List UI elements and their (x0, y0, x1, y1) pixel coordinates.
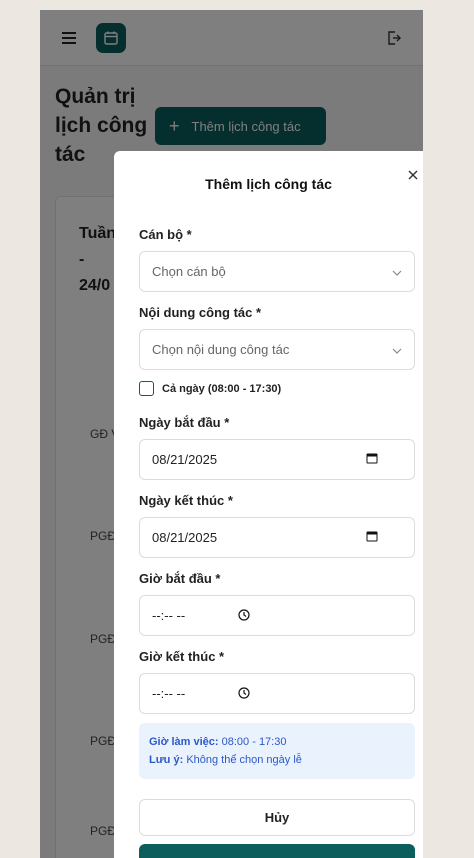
end-date-label: Ngày kết thúc * (139, 493, 233, 508)
content-label: Nội dung công tác * (139, 305, 262, 320)
all-day-label: Cả ngày (08:00 - 17:30) (162, 382, 282, 395)
start-date-value: 08/21/2025 (152, 452, 218, 467)
cancel-button[interactable]: Hủy (139, 799, 415, 836)
clock-icon[interactable] (238, 609, 250, 624)
working-hours-line: Giờ làm việc: 08:00 - 17:30 (149, 733, 405, 751)
all-day-row: Cả ngày (08:00 - 17:30) (139, 381, 281, 396)
end-time-input[interactable]: --:-- -- (139, 673, 415, 714)
content-select[interactable]: Chọn nội dung công tác (139, 329, 415, 370)
close-icon[interactable] (405, 167, 421, 183)
end-date-input[interactable]: 08/21/2025 (139, 517, 415, 558)
start-time-label: Giờ bắt đầu * (139, 571, 221, 586)
start-time-value: --:-- -- (152, 608, 186, 623)
note-line: Lưu ý: Không thể chọn ngày lễ (149, 751, 405, 769)
chevron-down-icon (392, 264, 402, 279)
staff-select[interactable]: Chọn cán bộ (139, 251, 415, 292)
start-time-input[interactable]: --:-- -- (139, 595, 415, 636)
save-button[interactable]: Lưu (139, 844, 415, 858)
chevron-down-icon (392, 342, 402, 357)
calendar-icon[interactable] (366, 530, 378, 545)
working-hours-value: 08:00 - 17:30 (221, 736, 287, 748)
note-value: Không thể chọn ngày lễ (186, 754, 302, 766)
modal-title: Thêm lịch công tác (205, 176, 332, 192)
end-time-label: Giờ kết thúc * (139, 649, 225, 664)
staff-placeholder: Chọn cán bộ (152, 264, 226, 279)
start-date-input[interactable]: 08/21/2025 (139, 439, 415, 480)
content-placeholder: Chọn nội dung công tác (152, 342, 290, 357)
clock-icon[interactable] (238, 687, 250, 702)
end-date-value: 08/21/2025 (152, 530, 218, 545)
info-box: Giờ làm việc: 08:00 - 17:30 Lưu ý: Không… (139, 723, 415, 779)
add-schedule-modal: Thêm lịch công tác Cán bộ * Chọn cán bộ … (114, 151, 423, 858)
calendar-icon[interactable] (366, 452, 378, 467)
end-time-value: --:-- -- (152, 686, 186, 701)
all-day-checkbox[interactable] (139, 381, 154, 396)
start-date-label: Ngày bắt đầu * (139, 415, 230, 430)
staff-label: Cán bộ * (139, 227, 192, 242)
note-label: Lưu ý: (149, 754, 184, 766)
working-hours-label: Giờ làm việc: (149, 736, 219, 748)
